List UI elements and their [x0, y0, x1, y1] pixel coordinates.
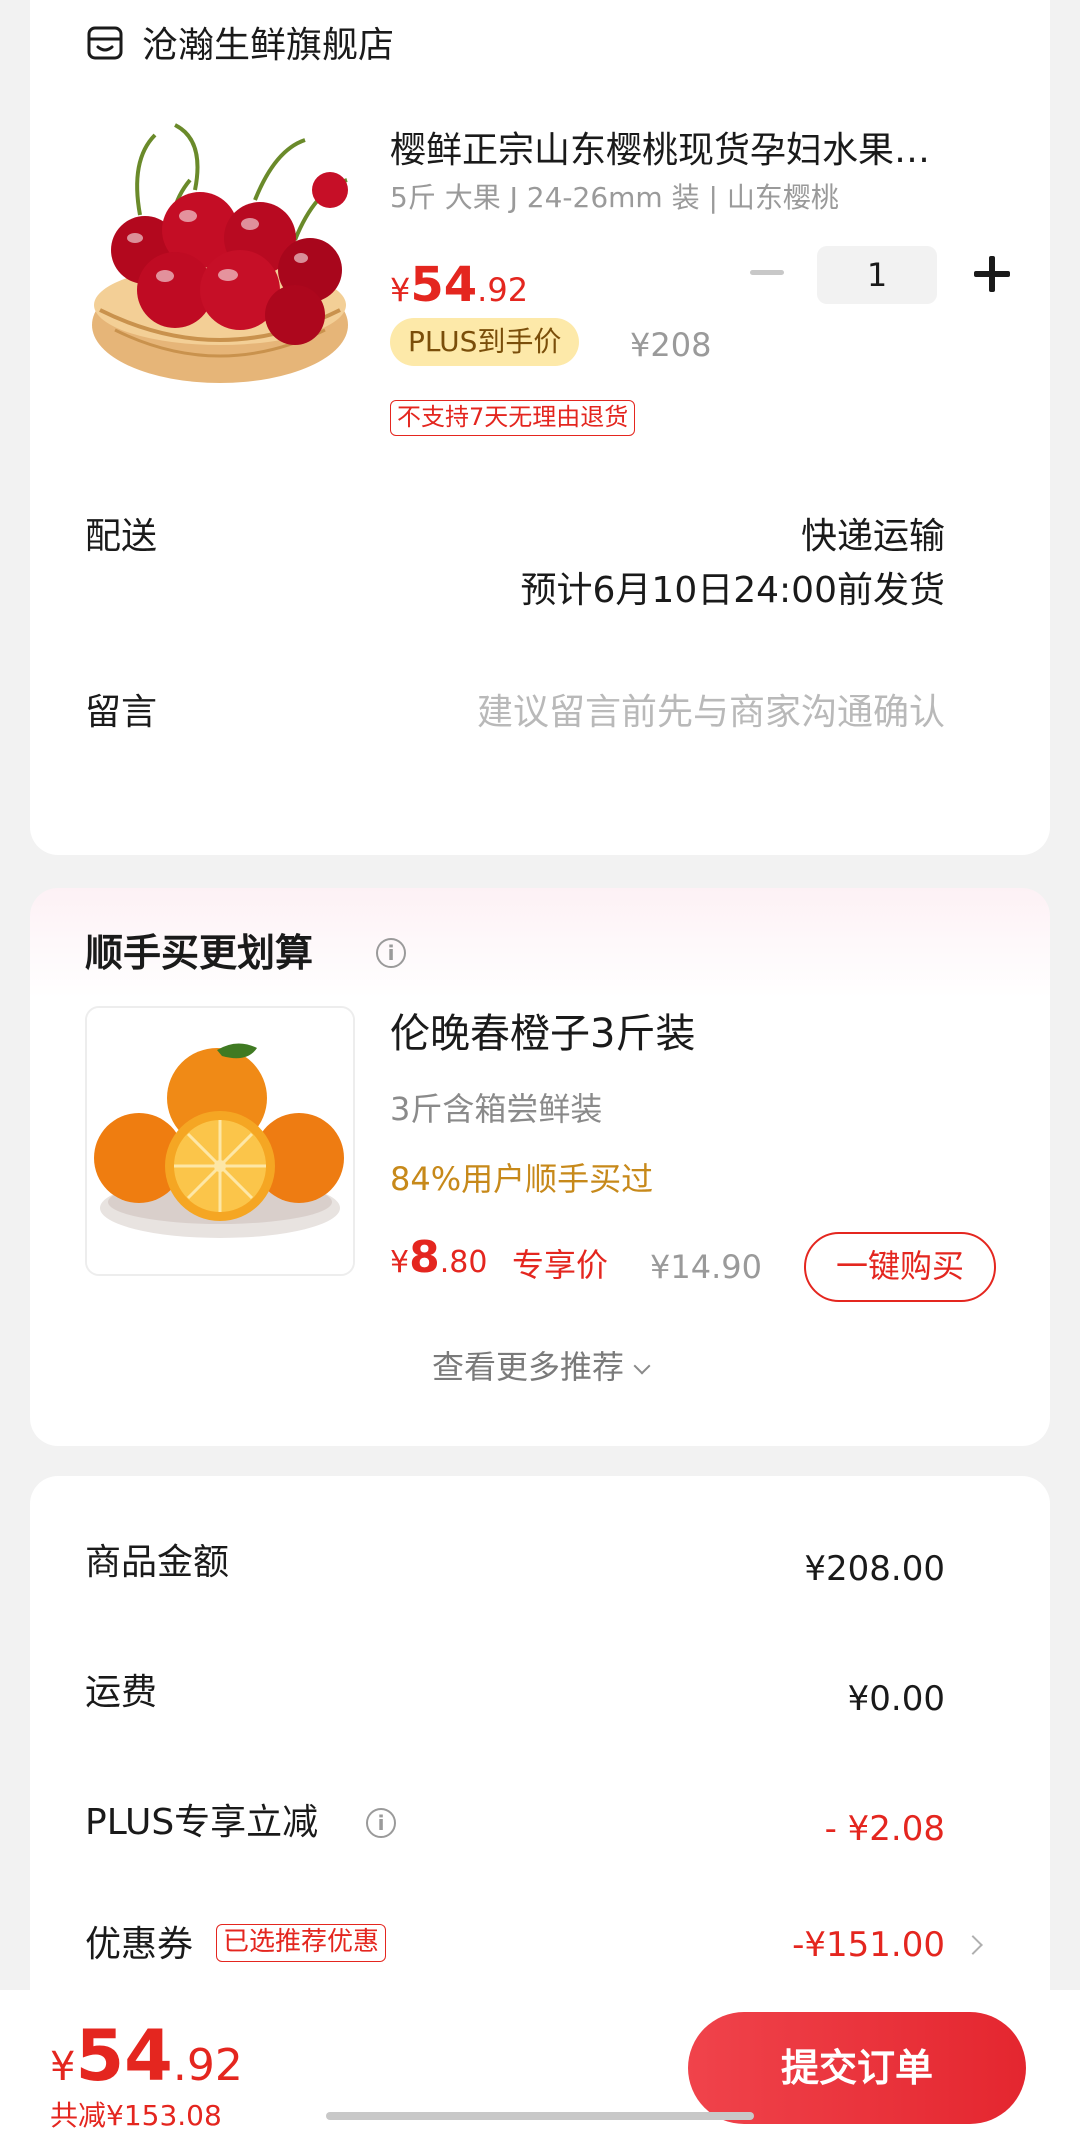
price-currency: ¥ [390, 271, 411, 309]
submit-order-button[interactable]: 提交订单 [688, 2012, 1026, 2124]
chevron-right-icon[interactable] [963, 1935, 983, 1955]
quantity-input[interactable]: 1 [817, 246, 937, 304]
view-more-recommendations[interactable]: 查看更多推荐 [30, 1346, 1050, 1388]
store-icon [87, 26, 123, 60]
recommendation-original-price: ¥14.90 [650, 1248, 762, 1286]
view-more-label: 查看更多推荐 [431, 1348, 624, 1386]
one-click-buy-button[interactable]: 一键购买 [804, 1232, 996, 1302]
total-integer: 54 [75, 2015, 173, 2097]
shipping-label: 配送 [85, 516, 158, 557]
coupon-value[interactable]: -¥151.00 [792, 1922, 945, 1968]
shipping-fee-label: 运费 [85, 1672, 158, 1713]
product-spec[interactable]: 5斤 大果 J 24-26mm 装 | 山东樱桃 [390, 180, 839, 216]
shipping-fee-value: ¥0.00 [847, 1679, 945, 1719]
recommendation-bought-stat: 84%用户顺手买过 [390, 1160, 654, 1198]
goods-amount-value: ¥208.00 [804, 1549, 945, 1589]
original-price: ¥208 [630, 326, 712, 364]
return-policy-tag: 不支持7天无理由退货 [390, 400, 636, 436]
message-label: 留言 [85, 692, 158, 733]
info-icon[interactable]: i [376, 938, 406, 968]
product-price: ¥54.92 [390, 254, 528, 327]
store-order-card: 沧瀚生鲜旗舰店 樱鲜正宗山东樱桃现货孕妇水果… 5斤 大果 J 24-26mm … [30, 0, 1050, 855]
exclusive-price-tag: 专享价 [512, 1246, 609, 1284]
product-title[interactable]: 樱鲜正宗山东樱桃现货孕妇水果… [390, 128, 1010, 174]
info-icon[interactable]: i [366, 1808, 396, 1838]
rec-price-integer: 8 [409, 1232, 440, 1283]
store-name[interactable]: 沧瀚生鲜旗舰店 [142, 24, 394, 68]
cherry-product-image[interactable] [85, 120, 355, 392]
recommendation-card: 顺手买更划算 i 伦晚春橙子3斤装 3斤含箱尝鲜装 84%用户顺手买过 ¥8.8… [30, 888, 1050, 1446]
rec-price-currency: ¥ [390, 1245, 410, 1280]
plus-discount-value: - ¥2.08 [824, 1809, 945, 1849]
recommendation-item-spec: 3斤含箱尝鲜装 [390, 1090, 603, 1128]
total-currency: ¥ [50, 2044, 76, 2090]
orange-product-image[interactable] [85, 1006, 355, 1276]
quantity-minus-button[interactable] [750, 270, 784, 275]
recommendation-title: 顺手买更划算 [85, 931, 314, 975]
total-savings[interactable]: 共减¥153.08 [50, 2098, 222, 2134]
price-decimal: .92 [477, 271, 529, 309]
message-input[interactable] [385, 690, 945, 736]
goods-amount-label: 商品金额 [85, 1542, 230, 1583]
shipping-estimate: 预计6月10日24:00前发货 [520, 570, 945, 611]
rec-price-decimal: .80 [439, 1245, 488, 1280]
price-integer: 54 [410, 257, 478, 313]
recommendation-price: ¥8.80 [390, 1228, 487, 1297]
recommendation-item-name[interactable]: 伦晚春橙子3斤装 [390, 1008, 695, 1060]
shipping-method: 快递运输 [800, 516, 945, 557]
coupon-label: 优惠券 [85, 1924, 194, 1965]
home-indicator[interactable] [326, 2112, 754, 2120]
quantity-plus-button[interactable] [974, 256, 1010, 292]
chevron-down-icon [633, 1357, 651, 1375]
plus-price-badge: PLUS到手价 [390, 318, 580, 366]
plus-discount-label: PLUS专享立减 [85, 1802, 319, 1843]
total-decimal: .92 [172, 2040, 243, 2091]
coupon-selected-tag: 已选推荐优惠 [216, 1924, 387, 1962]
